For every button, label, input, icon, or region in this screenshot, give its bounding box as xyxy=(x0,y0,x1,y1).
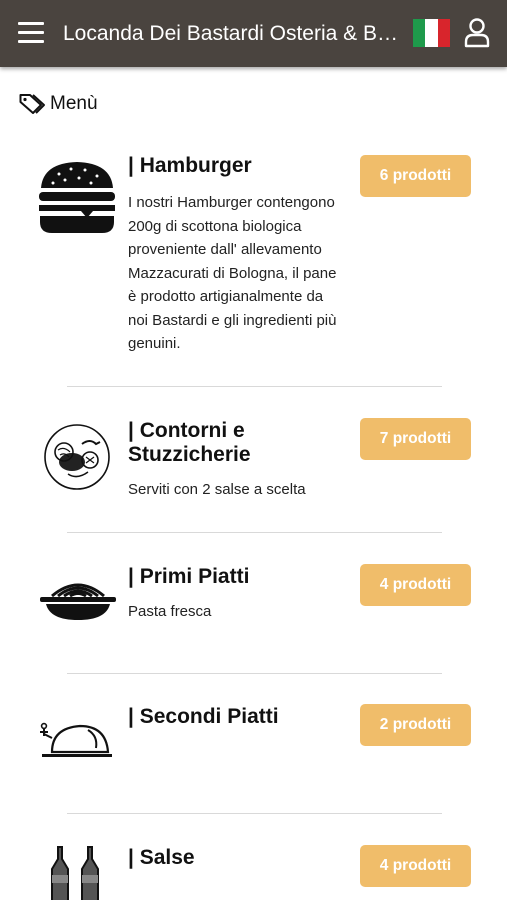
user-icon[interactable] xyxy=(464,18,490,48)
divider xyxy=(67,532,442,533)
category-description: I nostri Hamburger contengono 200g di sco… xyxy=(128,194,337,352)
category-salse[interactable]: | Salse 4 prodotti xyxy=(0,841,507,900)
sauce-bottles-icon xyxy=(51,846,99,900)
pasta-bowl-icon xyxy=(40,583,116,620)
category-title: | Hamburger xyxy=(128,154,252,177)
menu-heading: Menù xyxy=(19,92,98,116)
category-contorni[interactable]: | Contorni e Stuzzicherie Serviti con 2 s… xyxy=(0,410,507,520)
category-hamburger[interactable]: | Hamburger I nostri Hamburger contengon… xyxy=(0,150,507,380)
tag-icon xyxy=(19,94,45,114)
product-count-badge[interactable]: 6 prodotti xyxy=(360,155,471,197)
product-count-badge[interactable]: 4 prodotti xyxy=(360,845,471,887)
menu-heading-label: Menù xyxy=(50,93,98,114)
product-count-badge[interactable]: 2 prodotti xyxy=(360,704,471,746)
top-app-bar: Locanda Dei Bastardi Osteria & Beer xyxy=(0,0,507,67)
divider xyxy=(67,386,442,387)
divider xyxy=(67,813,442,814)
category-description: Serviti con 2 salse a scelta xyxy=(128,481,306,498)
category-secondi-piatti[interactable]: | Secondi Piatti 2 prodotti xyxy=(0,700,507,800)
restaurant-title: Locanda Dei Bastardi Osteria & Beer xyxy=(63,22,398,45)
italy-flag-icon[interactable] xyxy=(413,19,450,47)
category-title: | Contorni e Stuzzicherie xyxy=(128,419,251,466)
category-title: | Secondi Piatti xyxy=(128,705,279,728)
category-title: | Salse xyxy=(128,846,195,869)
product-count-badge[interactable]: 7 prodotti xyxy=(360,418,471,460)
product-count-badge[interactable]: 4 prodotti xyxy=(360,564,471,606)
hamburger-menu-icon[interactable] xyxy=(18,21,44,45)
burger-icon xyxy=(39,162,115,233)
category-primi-piatti[interactable]: | Primi Piatti Pasta fresca 4 prodotti xyxy=(0,560,507,660)
category-description: Pasta fresca xyxy=(128,603,212,620)
roast-chicken-icon xyxy=(40,722,112,757)
divider xyxy=(67,673,442,674)
vegetables-icon xyxy=(44,424,110,490)
category-title: | Primi Piatti xyxy=(128,565,250,588)
